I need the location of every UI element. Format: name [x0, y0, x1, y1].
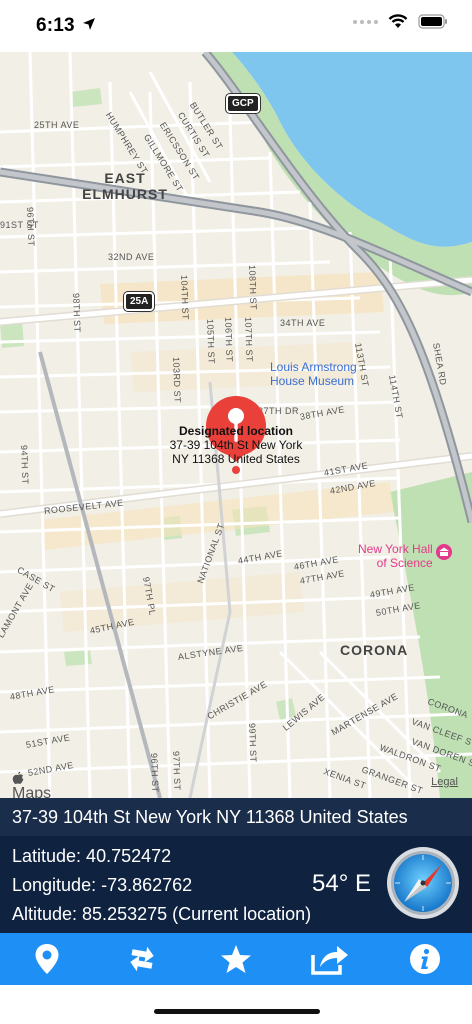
battery-icon — [418, 14, 447, 29]
street-label: 99TH ST — [247, 722, 259, 763]
signal-dots-icon — [353, 19, 378, 24]
share-icon — [311, 946, 349, 975]
callout-address: 37-39 104th St New York NY 11368 United … — [169, 438, 303, 466]
highway-shield-gcp: GCP — [226, 94, 260, 113]
compass-icon[interactable] — [386, 846, 460, 920]
swap-arrows-icon — [129, 946, 154, 972]
status-time: 6:13 — [36, 15, 75, 36]
route-shield-25a: 25A — [124, 292, 155, 311]
bottom-toolbar — [0, 933, 472, 985]
info-button[interactable] — [401, 935, 449, 983]
maps-attribution: Maps — [12, 771, 51, 798]
star-icon — [220, 945, 251, 973]
neighborhood-label: EAST ELMHURST — [82, 170, 168, 202]
apple-icon — [12, 771, 24, 785]
callout-title: Designated location — [178, 424, 294, 438]
info-icon — [409, 944, 440, 974]
street-label: 103RD ST — [171, 356, 183, 404]
latitude-text: Latitude: 40.752472 — [12, 846, 172, 866]
pin-callout: Designated location 37-39 104th St New Y… — [124, 424, 348, 466]
location-arrow-icon — [83, 18, 95, 30]
address-display: 37-39 104th St New York NY 11368 United … — [0, 798, 472, 836]
location-pin-icon — [35, 944, 59, 974]
poi-louis-armstrong-museum[interactable]: Louis Armstrong House Museum — [270, 360, 357, 388]
longitude-text: Longitude: -73.862762 — [12, 875, 193, 895]
museum-icon — [436, 544, 452, 560]
favorite-button[interactable] — [212, 935, 260, 983]
street-label: 106TH ST — [223, 316, 235, 363]
maps-logo-text: Maps — [12, 785, 52, 798]
street-label: 108TH ST — [247, 264, 259, 311]
street-label: 107TH ST — [243, 316, 255, 363]
swap-button[interactable] — [118, 935, 166, 983]
street-label: 34TH AVE — [280, 318, 326, 328]
street-label: 25TH AVE — [34, 120, 80, 130]
neighborhood-label: CORONA — [340, 642, 409, 658]
wifi-icon — [388, 14, 408, 28]
pin-location-button[interactable] — [23, 935, 71, 983]
street-label: 104TH ST — [179, 274, 191, 321]
status-bar: 6:13 — [0, 0, 472, 52]
share-button[interactable] — [306, 935, 354, 983]
street-label: 97TH ST — [171, 750, 183, 791]
street-label: 96TH ST — [149, 752, 161, 793]
street-label: 94TH ST — [19, 444, 31, 485]
altitude-text: Altitude: 85.253275 (Current location) — [12, 904, 312, 924]
legal-link[interactable]: Legal — [431, 776, 458, 788]
home-indicator[interactable] — [154, 1009, 320, 1014]
heading-text: 54° E — [312, 870, 371, 897]
map-view[interactable]: EAST ELMHURST CORONA 25TH AVE HUMPHREY S… — [0, 52, 472, 798]
street-label: 105TH ST — [205, 318, 217, 365]
coordinates-panel: Latitude: 40.752472 Longitude: -73.86276… — [0, 836, 472, 933]
street-label: 91ST ST — [0, 220, 39, 230]
street-label: 32ND AVE — [108, 252, 155, 262]
street-label: 98TH ST — [71, 292, 83, 333]
poi-new-york-hall-of-science[interactable]: New York Hall of Science — [358, 542, 433, 570]
